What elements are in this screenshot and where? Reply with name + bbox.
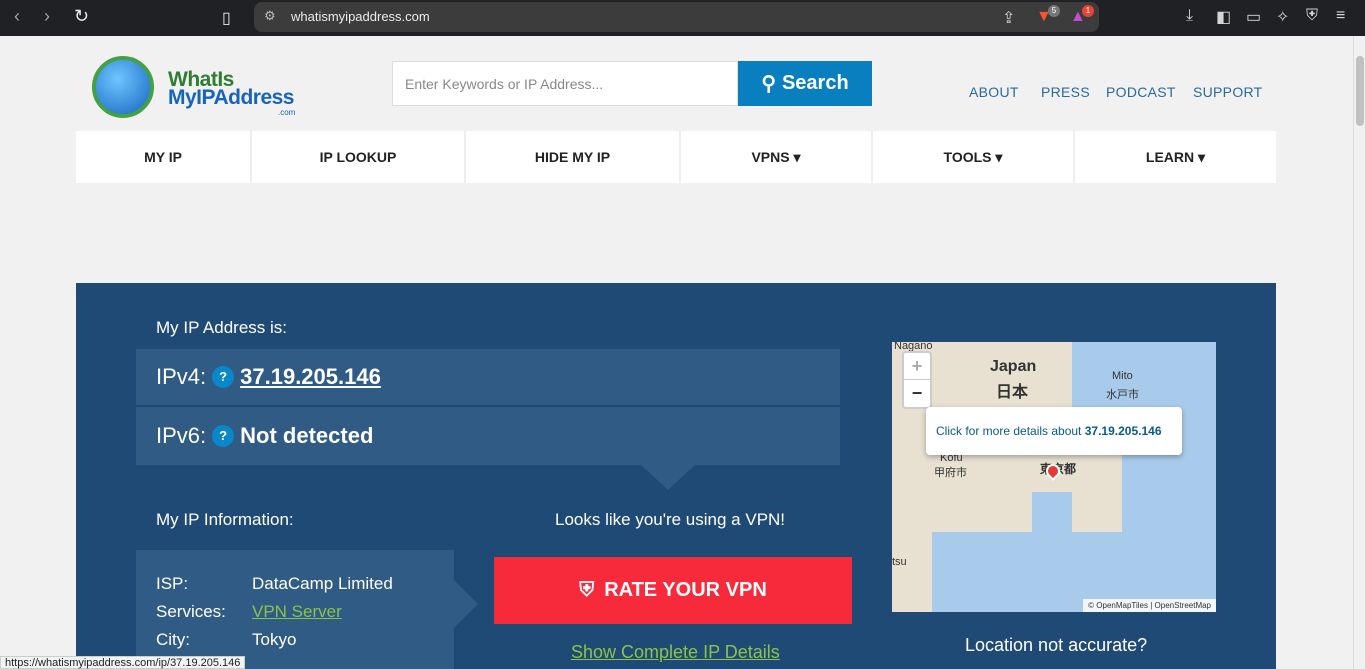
- map-label-japan: Japan: [990, 358, 1037, 375]
- ipv6-row: IPv6: ? Not detected: [136, 407, 840, 465]
- ip-heading: My IP Address is:: [156, 318, 288, 337]
- site-logo[interactable]: WhatIs MyIPAddress .com: [90, 56, 305, 126]
- reload-icon[interactable]: ↻: [74, 6, 89, 27]
- row-pointer: [640, 464, 696, 490]
- ipv6-help-icon[interactable]: ?: [212, 425, 235, 447]
- ipv4-help-icon[interactable]: ?: [212, 366, 235, 388]
- vpn-notice: Looks like you're using a VPN!: [555, 510, 786, 529]
- bookmark-icon[interactable]: ▯: [222, 8, 231, 28]
- popup-text: Click for more details about: [936, 424, 1082, 438]
- browser-toolbar: ‹ › ↻ ▯ ⚙ whatismyipaddress.com ⇪ ▼ 5 ▲ …: [0, 0, 1365, 36]
- search-icon: ⚲: [761, 73, 776, 95]
- shield-count-badge: 5: [1048, 5, 1060, 17]
- download-icon[interactable]: ⤓: [1186, 7, 1193, 25]
- location-map[interactable]: Nagano Japan 日本 Mito 水戸市 Kofu 甲府市 東京都 ts…: [892, 342, 1216, 612]
- menu-my-ip[interactable]: MY IP: [76, 131, 252, 183]
- logo-text-line3: .com: [278, 108, 296, 117]
- site-info-icon[interactable]: ⚙: [264, 8, 276, 24]
- isp-value: DataCamp Limited: [252, 574, 393, 593]
- info-box-pointer: [454, 580, 478, 628]
- link-press[interactable]: PRESS: [1041, 84, 1090, 100]
- link-support[interactable]: SUPPORT: [1193, 84, 1263, 100]
- map-sea-east: [1122, 432, 1216, 612]
- show-ip-details-link[interactable]: Show Complete IP Details: [571, 642, 780, 663]
- vpn-icon[interactable]: ⛨: [1306, 7, 1318, 25]
- city-value: Tokyo: [252, 630, 297, 649]
- page-scrollbar[interactable]: [1353, 36, 1365, 669]
- map-popup[interactable]: Click for more details about 37.19.205.1…: [926, 407, 1182, 455]
- scrollbar-thumb[interactable]: [1356, 56, 1364, 126]
- services-value-link[interactable]: VPN Server: [252, 602, 342, 622]
- menu-learn[interactable]: LEARN ▾: [1075, 131, 1276, 183]
- services-label: Services:: [156, 602, 226, 621]
- share-icon[interactable]: ⇪: [1002, 8, 1015, 28]
- rewards-badge: 1: [1082, 5, 1094, 17]
- map-label-kofu-ja: 甲府市: [934, 467, 967, 479]
- search-input[interactable]: [392, 61, 738, 106]
- menu-tools[interactable]: TOOLS ▾: [873, 131, 1075, 183]
- address-bar[interactable]: ⚙ whatismyipaddress.com ⇪ ▼ 5 ▲ 1: [254, 2, 1099, 32]
- map-label-tsu: tsu: [892, 556, 907, 568]
- menu-icon[interactable]: ≡: [1336, 7, 1345, 25]
- location-question: Location not accurate?: [965, 635, 1148, 655]
- main-menu: MY IP IP LOOKUP HIDE MY IP VPNS ▾ TOOLS …: [76, 131, 1276, 183]
- menu-vpns[interactable]: VPNS ▾: [681, 131, 873, 183]
- menu-ip-lookup[interactable]: IP LOOKUP: [252, 131, 466, 183]
- ipv6-label: IPv6:: [156, 423, 207, 448]
- map-label-mito-ja: 水戸市: [1106, 389, 1139, 401]
- city-label: City:: [156, 630, 190, 649]
- sidebar-icon[interactable]: ◧: [1216, 7, 1231, 27]
- rate-button-label: RATE YOUR VPN: [604, 579, 767, 601]
- globe-icon: [92, 56, 154, 118]
- map-zoom-control: + −: [902, 351, 932, 409]
- web-page: WhatIs MyIPAddress .com ⚲ Search ABOUT P…: [0, 36, 1353, 669]
- ipv4-label: IPv4:: [156, 364, 207, 389]
- map-bay: [1032, 492, 1072, 552]
- map-attribution[interactable]: © OpenMapTiles | OpenStreetMap: [1083, 599, 1216, 612]
- leo-ai-icon[interactable]: ✧: [1276, 7, 1289, 27]
- map-label-japan-ja: 日本: [996, 384, 1029, 401]
- popup-ip: 37.19.205.146: [1084, 424, 1162, 438]
- status-bar-url: https://whatismyipaddress.com/ip/37.19.2…: [0, 656, 246, 669]
- search-button-label: Search: [781, 72, 849, 94]
- link-about[interactable]: ABOUT: [969, 84, 1019, 100]
- rate-your-vpn-button[interactable]: ⛨ RATE YOUR VPN: [494, 557, 852, 624]
- ip-info-heading: My IP Information:: [156, 510, 294, 529]
- menu-hide-my-ip[interactable]: HIDE MY IP: [466, 131, 681, 183]
- ip-info-panel: My IP Address is: IPv4: ? 37.19.205.146 …: [76, 283, 1276, 669]
- ipv6-value: Not detected: [240, 423, 374, 448]
- back-icon[interactable]: ‹: [14, 6, 20, 27]
- zoom-in-button[interactable]: +: [904, 353, 930, 380]
- wallet-icon[interactable]: ▭: [1246, 7, 1261, 27]
- zoom-out-button[interactable]: −: [904, 380, 930, 407]
- ipv4-row: IPv4: ? 37.19.205.146: [136, 349, 840, 405]
- logo-text-line2: MyIPAddress: [168, 86, 295, 109]
- forward-icon[interactable]: ›: [44, 6, 50, 27]
- map-label-mito: Mito: [1112, 370, 1133, 382]
- shield-icon: ⛨: [579, 579, 595, 601]
- isp-label: ISP:: [156, 574, 189, 593]
- url-text: whatismyipaddress.com: [291, 9, 430, 24]
- search-button[interactable]: ⚲ Search: [738, 61, 872, 106]
- link-podcast[interactable]: PODCAST: [1106, 84, 1176, 100]
- ipv4-value[interactable]: 37.19.205.146: [240, 364, 381, 390]
